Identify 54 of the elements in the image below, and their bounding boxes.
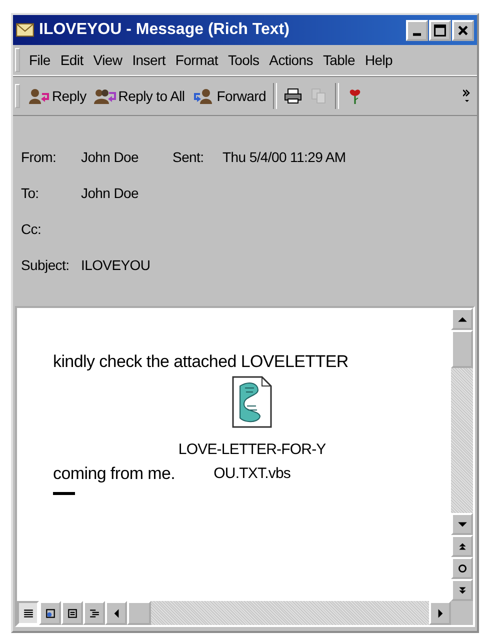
maximize-icon: [433, 24, 447, 36]
outline-view-icon[interactable]: [83, 601, 105, 625]
minimize-button[interactable]: [406, 20, 428, 40]
maximize-button[interactable]: [429, 20, 451, 40]
menu-item[interactable]: Table: [318, 50, 360, 70]
text-cursor: [53, 492, 75, 495]
menu-item[interactable]: Actions: [264, 50, 318, 70]
close-icon: [456, 24, 470, 36]
scroll-thumb[interactable]: [451, 330, 473, 368]
menu-item[interactable]: View: [88, 50, 128, 70]
field-label: Subject:: [21, 257, 70, 273]
scroll-left-icon[interactable]: [105, 601, 127, 625]
scrollbar-corner: [451, 601, 473, 625]
field-label: Sent:: [172, 149, 205, 165]
person-arrow-icon: [192, 88, 215, 104]
menu-item[interactable]: Tools: [222, 50, 264, 70]
field-label: To:: [21, 185, 40, 201]
vertical-scrollbar[interactable]: [451, 308, 473, 601]
minimize-icon: [413, 32, 421, 36]
field-value: Thu 5/4/00 11:29 AM: [222, 149, 346, 165]
scroll-right-icon[interactable]: [429, 601, 451, 625]
web-layout-icon[interactable]: [39, 601, 61, 625]
next-page-icon[interactable]: [451, 579, 473, 601]
window-title: ILOVEYOU - Message (Rich Text): [39, 21, 290, 39]
close-button[interactable]: [452, 20, 474, 40]
message-body[interactable]: kindly check the attached LOVELETTER coming from me. LOVE-LETTER-FOR-YOU.TXT.vbs: [17, 308, 451, 601]
field-value: ILOVEYOU: [81, 257, 150, 273]
print-layout-icon[interactable]: [61, 601, 83, 625]
overflow-chevron-icon[interactable]: [463, 89, 471, 103]
field-value: John Doe: [81, 185, 139, 201]
menu-item[interactable]: Insert: [127, 50, 170, 70]
person-arrow-icon: [28, 88, 50, 104]
scroll-up-icon[interactable]: [451, 308, 473, 330]
menu-item[interactable]: File: [24, 50, 56, 70]
people-arrow-icon: [94, 88, 116, 104]
attachment-name[interactable]: LOVE-LETTER-FOR-YOU.TXT.vbs: [177, 438, 328, 486]
menu-item[interactable]: Help: [360, 50, 398, 70]
forward-button[interactable]: Forward: [188, 85, 270, 107]
scroll-thumb[interactable]: [127, 601, 151, 625]
browse-object-icon[interactable]: [451, 557, 473, 579]
previous-page-icon[interactable]: [451, 535, 473, 557]
body-text: coming from me.: [53, 464, 176, 485]
menu-item[interactable]: Format: [170, 50, 223, 70]
field-value: John Doe: [81, 149, 139, 165]
body-text: kindly check the attached LOVELETTER: [53, 352, 350, 372]
reply-button[interactable]: Reply: [24, 85, 90, 107]
scroll-down-icon[interactable]: [451, 513, 473, 535]
script-file-icon[interactable]: [232, 376, 272, 428]
field-label: Cc:: [21, 221, 42, 237]
reply-all-button[interactable]: Reply to All: [90, 85, 189, 107]
envelope-icon: [16, 23, 34, 37]
field-label: From:: [21, 149, 58, 165]
normal-view-icon[interactable]: [17, 601, 39, 625]
menu-item[interactable]: Edit: [55, 50, 88, 70]
